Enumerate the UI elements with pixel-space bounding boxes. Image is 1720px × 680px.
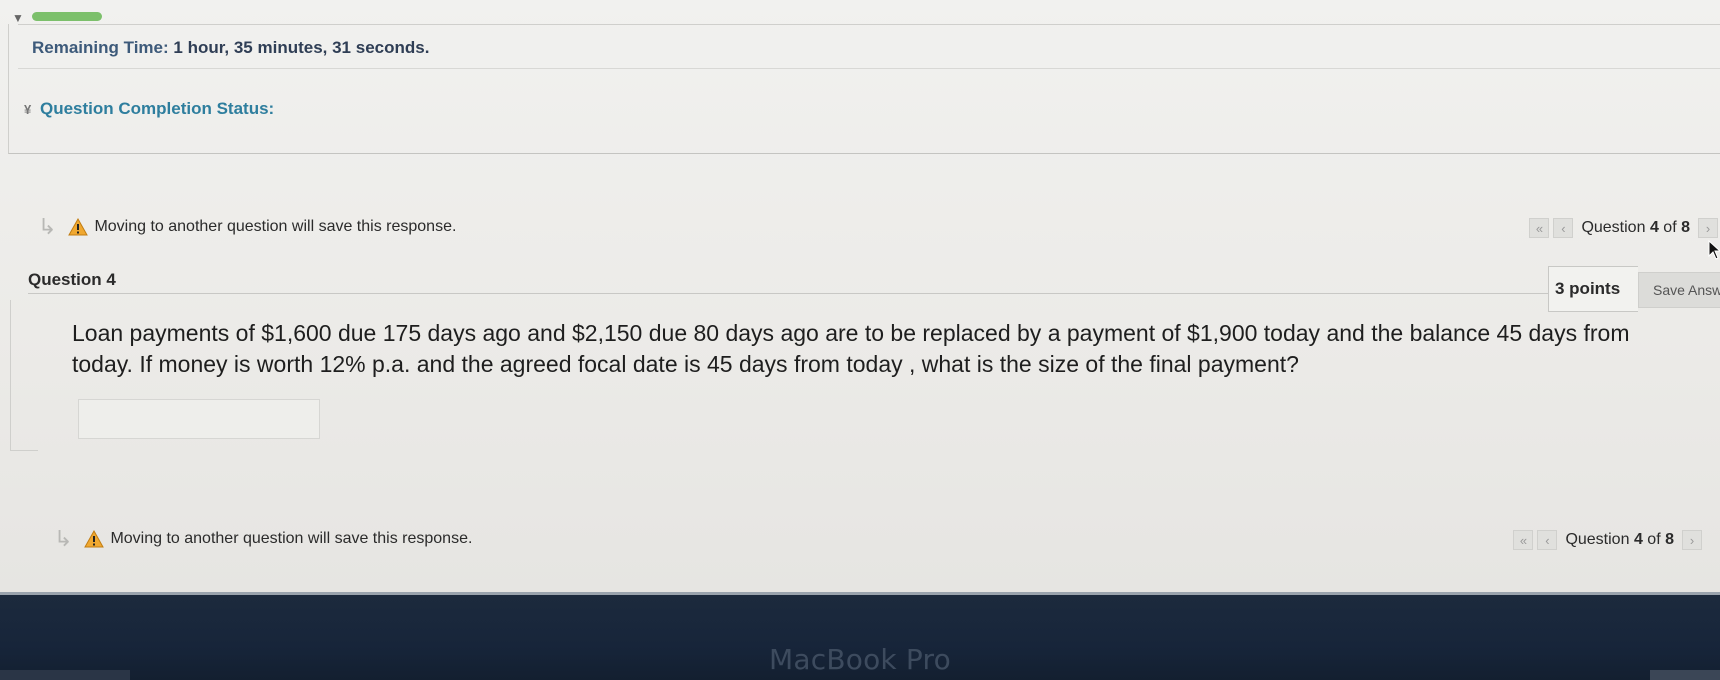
warning-icon — [68, 218, 89, 236]
double-chevron-down-icon: ¥ — [24, 102, 32, 117]
question-position: Question 4 of 8 — [1581, 219, 1690, 237]
points-badge: 3 points — [1548, 266, 1638, 312]
chevron-left-icon[interactable]: ‹ — [1553, 218, 1574, 238]
return-arrow-icon: ↳ — [54, 526, 73, 551]
chevron-right-icon[interactable]: › — [1682, 530, 1702, 550]
progress-indicator — [32, 12, 102, 21]
question-pager-bottom: « ‹ Question 4 of 8 › — [1513, 530, 1702, 550]
save-notice-top: ↳ Moving to another question will save t… — [38, 214, 456, 240]
remaining-time-label: Remaining Time: — [32, 38, 169, 57]
bezel-edge — [1650, 670, 1720, 680]
mouse-cursor-icon — [1708, 240, 1720, 260]
question-position: Question 4 of 8 — [1565, 531, 1674, 549]
question-position-of: of — [1663, 219, 1677, 236]
chevron-left-icon[interactable]: ‹ — [1537, 530, 1558, 550]
divider — [28, 293, 1720, 294]
collapse-caret-icon[interactable]: ▼ — [12, 11, 24, 25]
double-chevron-left-icon[interactable]: « — [1529, 218, 1550, 238]
question-title: Question 4 — [28, 270, 116, 289]
laptop-bezel: MacBook Pro — [0, 592, 1720, 680]
question-completion-status-toggle[interactable]: ¥ Question Completion Status: — [24, 99, 274, 119]
device-brand-label: MacBook Pro — [769, 643, 951, 676]
question-pager-top: « ‹ Question 4 of 8 › — [1529, 218, 1718, 238]
question-text: Loan payments of $1,600 due 175 days ago… — [72, 320, 1630, 377]
question-position-total: 8 — [1665, 531, 1674, 548]
question-position-prefix: Question — [1565, 531, 1630, 548]
question-border — [10, 300, 11, 450]
completion-status-label: Question Completion Status: — [39, 99, 275, 118]
chevron-right-icon[interactable]: › — [1698, 218, 1718, 238]
browser-screen: ▼ Remaining Time: 1 hour, 35 minutes, 31… — [0, 0, 1720, 592]
remaining-time-value: 1 hour, 35 minutes, 31 seconds. — [173, 38, 430, 57]
question-position-of: of — [1647, 531, 1661, 548]
save-notice-text: Moving to another question will save thi… — [94, 218, 457, 235]
save-answer-button[interactable]: Save Answ — [1638, 272, 1720, 308]
double-chevron-left-icon[interactable]: « — [1513, 530, 1534, 550]
remaining-time: Remaining Time: 1 hour, 35 minutes, 31 s… — [32, 38, 429, 58]
bezel-edge — [0, 670, 130, 680]
return-arrow-icon: ↳ — [38, 214, 57, 239]
divider — [18, 68, 1720, 69]
save-notice-text: Moving to another question will save thi… — [110, 530, 473, 547]
answer-input[interactable] — [78, 399, 320, 439]
save-notice-bottom: ↳ Moving to another question will save t… — [54, 526, 472, 552]
question-position-total: 8 — [1681, 219, 1690, 236]
question-position-current: 4 — [1649, 219, 1659, 236]
question-border — [10, 450, 38, 451]
question-position-current: 4 — [1633, 531, 1643, 548]
question-position-prefix: Question — [1581, 219, 1646, 236]
warning-icon — [84, 530, 105, 548]
